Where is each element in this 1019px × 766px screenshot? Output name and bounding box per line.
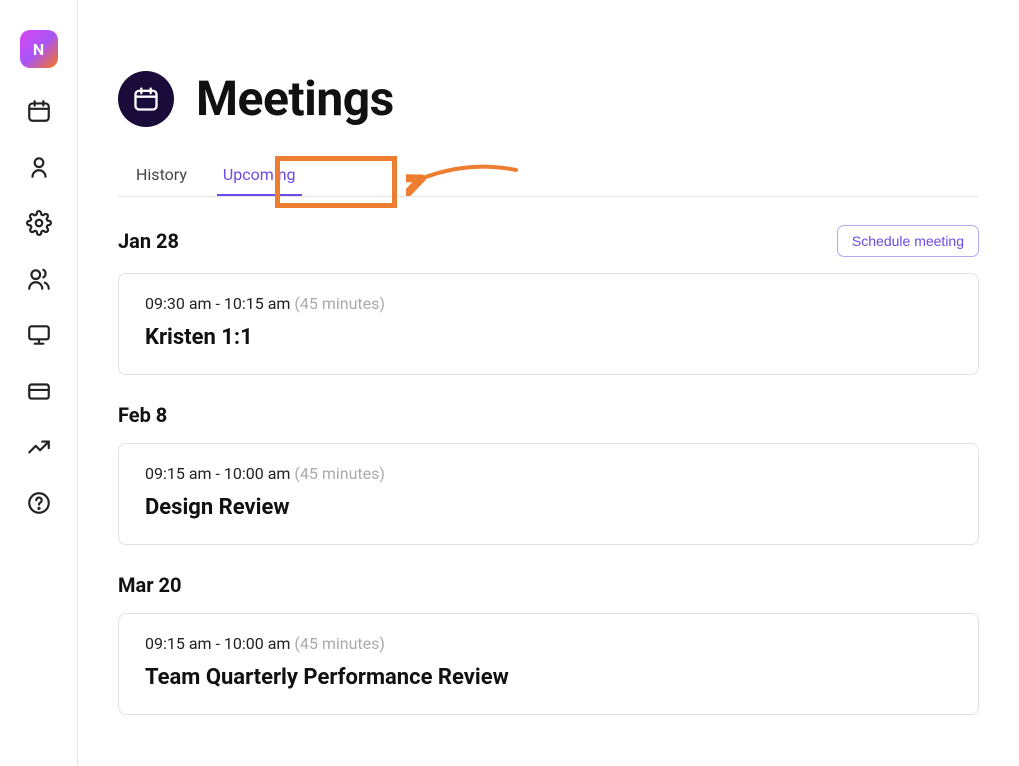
tab-history[interactable]: History [118,155,205,196]
day-header: Mar 20 [118,573,979,597]
app-logo[interactable]: N [20,30,58,68]
meeting-time: 09:30 am - 10:15 am [145,294,290,313]
monitor-icon[interactable] [26,322,52,348]
meeting-duration: (45 minutes) [294,634,385,653]
nav-icon-list [26,98,52,516]
page-title: Meetings [196,70,394,127]
credit-card-icon[interactable] [26,378,52,404]
schedule-meeting-button[interactable]: Schedule meeting [837,225,979,257]
day-date: Mar 20 [118,573,181,597]
day-header: Feb 8 [118,403,979,427]
day-date: Feb 8 [118,403,167,427]
people-icon[interactable] [26,266,52,292]
day-date: Jan 28 [118,229,179,253]
day-section: Jan 28 Schedule meeting 09:30 am - 10:15… [118,225,979,375]
day-section: Mar 20 09:15 am - 10:00 am (45 minutes) … [118,573,979,715]
meeting-title: Team Quarterly Performance Review [145,665,952,690]
calendar-icon[interactable] [26,98,52,124]
meeting-card[interactable]: 09:15 am - 10:00 am (45 minutes) Design … [118,443,979,545]
meeting-time-row: 09:15 am - 10:00 am (45 minutes) [145,634,952,653]
meeting-time: 09:15 am - 10:00 am [145,464,290,483]
person-icon[interactable] [26,154,52,180]
tabs: History Upcoming [118,155,979,197]
day-header: Jan 28 Schedule meeting [118,225,979,257]
page-calendar-icon [118,71,174,127]
meeting-time-row: 09:30 am - 10:15 am (45 minutes) [145,294,952,313]
meeting-duration: (45 minutes) [294,294,385,313]
meeting-card[interactable]: 09:15 am - 10:00 am (45 minutes) Team Qu… [118,613,979,715]
meeting-time-row: 09:15 am - 10:00 am (45 minutes) [145,464,952,483]
meeting-title: Kristen 1:1 [145,325,952,350]
sidebar: N [0,0,78,766]
meeting-duration: (45 minutes) [294,464,385,483]
meeting-title: Design Review [145,495,952,520]
main-content: Meetings History Upcoming Jan 28 Schedul… [78,0,1019,766]
page-header: Meetings [118,70,979,127]
meeting-card[interactable]: 09:30 am - 10:15 am (45 minutes) Kristen… [118,273,979,375]
gear-icon[interactable] [26,210,52,236]
tab-upcoming[interactable]: Upcoming [205,155,314,196]
trending-up-icon[interactable] [26,434,52,460]
help-icon[interactable] [26,490,52,516]
logo-text: N [33,40,44,59]
meeting-time: 09:15 am - 10:00 am [145,634,290,653]
day-section: Feb 8 09:15 am - 10:00 am (45 minutes) D… [118,403,979,545]
